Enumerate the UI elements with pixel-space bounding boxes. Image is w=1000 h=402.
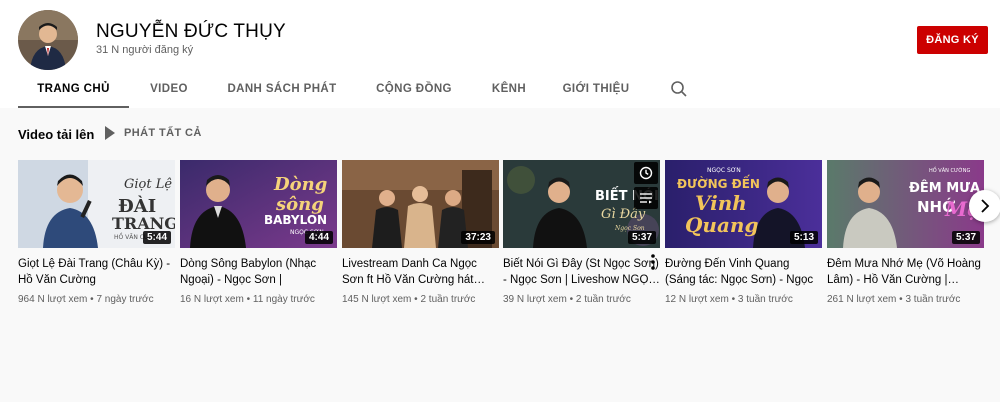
shelf-next-button[interactable] xyxy=(969,190,1000,222)
upload-age: 2 tuần trước xyxy=(575,294,631,305)
video-title[interactable]: Biết Nói Gì Đây (St Ngọc Sơn) - Ngọc Sơn… xyxy=(503,256,660,288)
view-count: 261 N lượt xem xyxy=(827,294,897,305)
video-card[interactable]: HỒ VĂN CƯỜNG ĐÊM MƯA NHỚ Mẹ 5:37 Đêm Mưa… xyxy=(827,160,984,305)
view-count: 964 N lượt xem xyxy=(18,294,88,305)
video-title[interactable]: Đường Đến Vinh Quang (Sáng tác: Ngọc Sơn… xyxy=(665,256,822,288)
video-meta: 145 N lượt xem • 2 tuần trước xyxy=(342,294,476,305)
video-title[interactable]: Dòng Sông Babylon (Nhạc Ngoại) - Ngọc Sơ… xyxy=(180,256,337,288)
thumbnail-text: ĐƯỜNG ĐẾN xyxy=(677,175,760,191)
channel-tabs: TRANG CHỦ VIDEO DANH SÁCH PHÁT CỘNG ĐỒNG… xyxy=(18,70,647,108)
thumbnail-text: BABYLON xyxy=(264,213,327,227)
view-count: 12 N lượt xem xyxy=(665,294,729,305)
clock-icon[interactable] xyxy=(634,162,658,184)
channel-header: NGUYỄN ĐỨC THỤY 31 N người đăng ký ĐĂNG … xyxy=(0,0,1000,108)
channel-avatar[interactable] xyxy=(18,10,78,70)
video-thumbnail[interactable]: NGỌC SƠN ĐƯỜNG ĐẾN Vinh Quang 5:13 xyxy=(665,160,822,248)
video-title[interactable]: Giọt Lệ Đài Trang (Châu Kỳ) - Hồ Văn Cườ… xyxy=(18,256,175,288)
video-meta: 39 N lượt xem • 2 tuần trước xyxy=(503,294,631,305)
thumbnail-text: Vinh xyxy=(695,191,747,215)
video-duration: 5:37 xyxy=(627,231,656,244)
upload-age: 7 ngày trước xyxy=(96,294,154,305)
video-duration: 37:23 xyxy=(461,231,495,244)
video-duration: 5:13 xyxy=(789,231,818,244)
upload-age: 3 tuần trước xyxy=(905,294,961,305)
thumbnail-text: Giọt Lệ xyxy=(124,177,172,192)
chevron-right-icon xyxy=(981,199,990,213)
tab-home[interactable]: TRANG CHỦ xyxy=(18,70,129,108)
thumbnail-text: Gì Đây xyxy=(601,207,646,222)
tab-channels[interactable]: KÊNH xyxy=(473,70,545,108)
view-count: 16 N lượt xem xyxy=(180,294,244,305)
view-count: 145 N lượt xem xyxy=(342,294,412,305)
video-card[interactable]: 37:23 Livestream Danh Ca Ngọc Sơn ft Hồ … xyxy=(342,160,499,305)
thumbnail-text: sông xyxy=(275,194,324,215)
play-all-label: PHÁT TẤT CẢ xyxy=(124,127,202,139)
video-thumbnail[interactable]: Dòng sông BABYLON NGỌC SƠN 4:44 xyxy=(180,160,337,248)
view-count: 39 N lượt xem xyxy=(503,294,567,305)
upload-age: 3 tuần trước xyxy=(737,294,793,305)
video-thumbnail[interactable]: HỒ VĂN CƯỜNG ĐÊM MƯA NHỚ Mẹ 5:37 xyxy=(827,160,984,248)
search-icon[interactable] xyxy=(670,80,688,98)
video-thumbnail[interactable]: 37:23 xyxy=(342,160,499,248)
thumbnail-text: Dòng xyxy=(273,174,327,195)
video-meta: 12 N lượt xem • 3 tuần trước xyxy=(665,294,793,305)
video-thumbnail[interactable]: Giọt Lệ ĐÀI TRANG HỒ VĂN CƯỜNG 5:44 xyxy=(18,160,175,248)
video-duration: 5:44 xyxy=(142,231,171,244)
play-all-button[interactable]: PHÁT TẤT CẢ xyxy=(104,126,202,140)
tab-playlists[interactable]: DANH SÁCH PHÁT xyxy=(209,70,355,108)
tab-community[interactable]: CỘNG ĐỒNG xyxy=(355,70,473,108)
subscribe-button[interactable]: ĐĂNG KÝ xyxy=(917,26,988,54)
thumbnail-text: NGỌC SƠN xyxy=(707,167,741,174)
upload-age: 2 tuần trước xyxy=(420,294,476,305)
video-card[interactable]: Giọt Lệ ĐÀI TRANG HỒ VĂN CƯỜNG 5:44 Giọt… xyxy=(18,160,175,305)
video-meta: 16 N lượt xem • 11 ngày trước xyxy=(180,294,315,305)
video-title[interactable]: Đêm Mưa Nhớ Mẹ (Võ Hoàng Lâm) - Hồ Văn C… xyxy=(827,256,984,288)
video-meta: 964 N lượt xem • 7 ngày trước xyxy=(18,294,154,305)
video-card[interactable]: Dòng sông BABYLON NGỌC SƠN 4:44 Dòng Sôn… xyxy=(180,160,337,305)
upload-age: 11 ngày trước xyxy=(252,294,315,305)
video-card[interactable]: BIẾT NÓI Gì Đây Ngọc Sơn 5:37 Biết Nói G… xyxy=(503,160,660,305)
video-meta: 261 N lượt xem • 3 tuần trước xyxy=(827,294,961,305)
thumbnail-text: ĐÊM MƯA xyxy=(909,180,980,196)
queue-icon[interactable] xyxy=(634,187,658,209)
section-title: Video tải lên xyxy=(18,127,95,142)
video-duration: 4:44 xyxy=(304,231,333,244)
thumbnail-text: Quang xyxy=(685,213,758,237)
tab-about[interactable]: GIỚI THIỆU xyxy=(545,70,647,108)
channel-name: NGUYỄN ĐỨC THỤY xyxy=(96,21,286,42)
video-thumbnail[interactable]: BIẾT NÓI Gì Đây Ngọc Sơn 5:37 xyxy=(503,160,660,248)
subscriber-count: 31 N người đăng ký xyxy=(96,44,194,56)
tab-videos[interactable]: VIDEO xyxy=(129,70,209,108)
video-duration: 5:37 xyxy=(951,231,980,244)
video-card[interactable]: NGỌC SƠN ĐƯỜNG ĐẾN Vinh Quang 5:13 Đường… xyxy=(665,160,822,305)
video-title[interactable]: Livestream Danh Ca Ngọc Sơn ft Hồ Văn Cư… xyxy=(342,256,499,288)
more-vert-icon[interactable] xyxy=(648,252,658,272)
play-icon xyxy=(105,126,115,140)
